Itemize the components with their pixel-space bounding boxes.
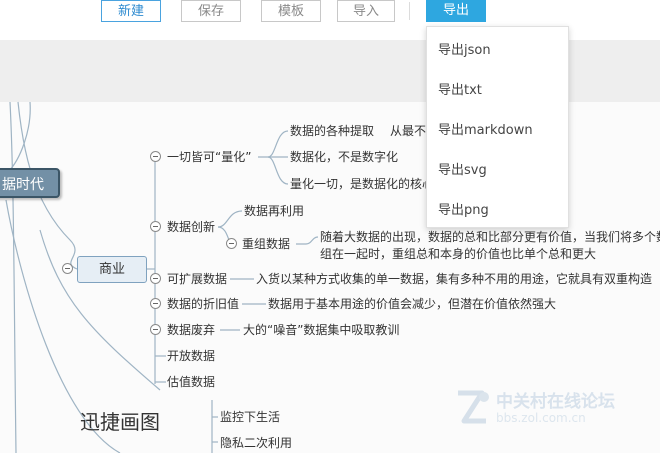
node-waste[interactable]: 数据废弃 bbox=[167, 323, 215, 337]
node-extensible-desc[interactable]: 入货以某种方式收集的单一数据，集有多种不用的用途，它就具有双重构造 bbox=[256, 272, 652, 286]
menu-item-export-json[interactable]: 导出json bbox=[438, 39, 491, 58]
menu-item-export-png[interactable]: 导出png bbox=[438, 199, 489, 218]
node-depreciation-desc[interactable]: 数据用于基本用途的价值会减少，但潜在价值依然强大 bbox=[268, 297, 556, 311]
collapse-toggle-icon[interactable] bbox=[150, 273, 161, 284]
node-reuse[interactable]: 数据再利用 bbox=[244, 204, 304, 218]
node-quantify-child[interactable]: 数据的各种提取 bbox=[290, 124, 374, 138]
node-depreciation[interactable]: 数据的折旧值 bbox=[167, 297, 239, 311]
menu-item-export-svg[interactable]: 导出svg bbox=[438, 159, 487, 178]
collapse-toggle-icon[interactable] bbox=[150, 324, 161, 335]
node-recombine-desc[interactable]: 随着大数据的出现，数据的总和比部分更有价值，当我们将多个数 bbox=[320, 230, 660, 244]
collapse-toggle-icon[interactable] bbox=[150, 151, 161, 162]
node-monitor[interactable]: 监控下生活 bbox=[220, 410, 280, 424]
node-extensible[interactable]: 可扩展数据 bbox=[167, 272, 227, 286]
menu-item-export-markdown[interactable]: 导出markdown bbox=[438, 119, 533, 138]
node-waste-desc[interactable]: 大的“噪音”数据集中吸取教训 bbox=[243, 323, 399, 337]
node-recombine[interactable]: 重组数据 bbox=[242, 237, 290, 251]
menu-item-export-txt[interactable]: 导出txt bbox=[438, 79, 482, 98]
brand-title: 迅捷画图 bbox=[80, 410, 160, 434]
collapse-toggle-icon[interactable] bbox=[226, 238, 237, 249]
collapse-toggle-icon[interactable] bbox=[150, 298, 161, 309]
watermark-text: 中关村在线论坛 bbox=[496, 392, 615, 412]
node-innovation[interactable]: 数据创新 bbox=[167, 220, 215, 234]
root-topic-node[interactable]: 据时代 bbox=[0, 168, 60, 198]
node-quantify[interactable]: 一切皆可“量化” bbox=[167, 150, 251, 164]
node-valuation-data[interactable]: 估值数据 bbox=[167, 375, 215, 389]
node-recombine-desc[interactable]: 组在一起时，重组总和本身的价值也比单个总和更大 bbox=[320, 247, 596, 261]
watermark-url: bbs.zol.com.cn bbox=[496, 411, 586, 425]
watermark: 中关村在线论坛 bbs.zol.com.cn bbox=[452, 383, 652, 433]
node-quantify-child[interactable]: 量化一切，是数据化的核心 bbox=[290, 177, 434, 191]
business-topic-node[interactable]: 商业 bbox=[77, 256, 147, 283]
collapse-toggle-icon[interactable] bbox=[62, 263, 73, 274]
collapse-toggle-icon[interactable] bbox=[150, 221, 161, 232]
export-dropdown-menu: 导出json 导出txt 导出markdown 导出svg 导出png bbox=[426, 26, 569, 228]
node-privacy[interactable]: 隐私二次利用 bbox=[220, 436, 292, 450]
partially-hidden-text: 从最不 bbox=[390, 124, 427, 138]
zol-logo-icon bbox=[458, 390, 489, 424]
node-open-data[interactable]: 开放数据 bbox=[167, 349, 215, 363]
node-quantify-child[interactable]: 数据化，不是数字化 bbox=[290, 150, 398, 164]
